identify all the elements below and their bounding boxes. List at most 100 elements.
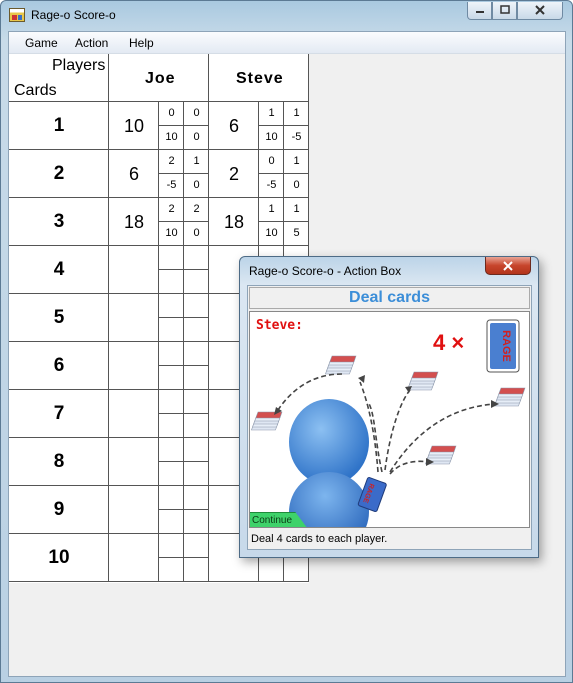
tricks-cell [184,438,209,462]
delta-cell [259,558,284,582]
tricks-value: 2 [193,203,200,215]
tricks-value: 0 [193,107,200,119]
bid-value: 1 [268,203,275,215]
bonus-value: 5 [293,227,300,239]
total-cell [109,390,159,438]
delta-cell [159,414,184,438]
round-number: 10 [48,547,70,568]
delta-cell [159,318,184,342]
minimize-button[interactable] [467,2,492,20]
bid-cell [159,294,184,318]
close-icon [535,5,545,15]
tricks-value: 1 [293,203,300,215]
delta-value: -5 [266,179,277,191]
person-body-shape [289,472,369,527]
bonus-value: -5 [291,131,302,143]
delta-cell [159,270,184,294]
round-number: 1 [53,115,65,136]
menu-help[interactable]: Help [129,36,154,50]
total-cell [109,342,159,390]
bonus-cell [184,414,209,438]
action-box-close-button[interactable] [485,257,531,275]
menu-bar: Game Action Help [9,32,565,54]
bonus-cell [184,366,209,390]
bid-cell [159,342,184,366]
total-score: 18 [223,212,245,232]
bid-value: 2 [168,203,175,215]
card-stack-icon [251,411,283,431]
round-number: 7 [53,403,65,424]
delta-value: 10 [165,227,178,239]
tricks-cell [184,342,209,366]
total-cell [109,246,159,294]
action-status-text: Deal 4 cards to each player. [249,530,530,549]
bid-value: 1 [268,107,275,119]
card-stack-icon [407,371,439,391]
maximize-button[interactable] [492,2,517,20]
round-number: 6 [53,355,65,376]
round-number: 2 [53,163,65,184]
rage-card-icon: RAGE [486,319,520,373]
action-box-client: Deal cards RAGE RAGE Steve: 4 × Continue… [247,285,532,550]
cards-label: Cards [14,82,57,99]
window-title: Rage-o Score-o [31,8,116,22]
continue-label: Continue [252,515,293,526]
bid-cell [159,390,184,414]
delta-cell [159,558,184,582]
players-label: Players [52,57,106,74]
bid-cell [159,486,184,510]
delta-cell [159,510,184,534]
bid-cell [159,534,184,558]
round-number: 3 [53,211,65,232]
menu-game[interactable]: Game [25,36,58,50]
bonus-cell [284,558,309,582]
title-bar[interactable]: Rage-o Score-o [1,1,572,31]
bonus-cell [184,510,209,534]
total-cell [109,534,159,582]
action-box-title: Rage-o Score-o - Action Box [249,264,402,278]
card-stack-icon [325,355,357,375]
bid-cell [159,438,184,462]
delta-value: -5 [166,179,177,191]
round-number: 8 [53,451,65,472]
round-number: 4 [53,259,65,280]
tricks-value: 1 [293,107,300,119]
tricks-cell [184,534,209,558]
bonus-cell [184,270,209,294]
bid-value: 0 [168,107,175,119]
card-stack-icon [494,387,526,407]
round-number: 5 [53,307,65,328]
delta-cell [159,462,184,486]
total-cell [109,486,159,534]
bid-value: 2 [168,155,175,167]
total-score: 10 [123,116,145,136]
minimize-icon [475,11,484,13]
tricks-cell [184,486,209,510]
deal-player-name: Steve: [256,318,303,333]
bonus-value: 0 [193,131,200,143]
total-score: 6 [128,164,139,184]
round-number: 9 [53,499,65,520]
delta-value: 10 [165,131,178,143]
app-icon[interactable] [9,8,25,22]
tricks-cell [184,246,209,270]
player-name-steve: Steve [236,70,284,87]
menu-action[interactable]: Action [75,36,108,50]
deal-diagram: RAGE RAGE [251,319,526,527]
card-in-hand-icon: RAGE [357,477,387,512]
total-cell [109,294,159,342]
delta-value: 10 [265,227,278,239]
tricks-cell [184,390,209,414]
action-box-window[interactable]: Rage-o Score-o - Action Box Deal cards R… [239,256,539,558]
tricks-cell [184,294,209,318]
bonus-cell [184,318,209,342]
bonus-value: 0 [193,179,200,191]
close-button[interactable] [517,2,563,20]
delta-value: 10 [265,131,278,143]
rage-card-text: RAGE [500,330,512,362]
bid-cell [159,246,184,270]
bonus-value: 0 [193,227,200,239]
bonus-cell [184,462,209,486]
action-heading: Deal cards [249,287,530,309]
bonus-cell [184,558,209,582]
